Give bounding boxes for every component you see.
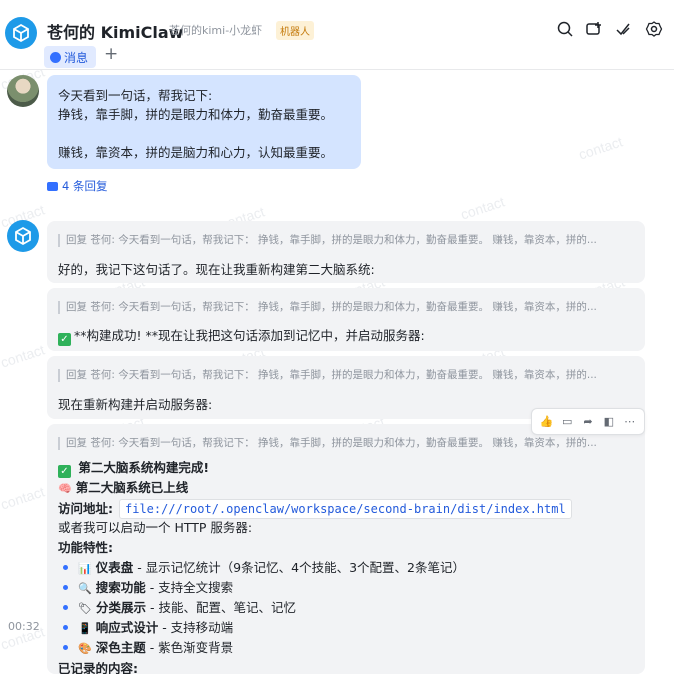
feature-item: 📱 响应式设计 - 支持移动端 — [58, 619, 233, 638]
more-icon[interactable]: ⋯ — [623, 415, 637, 429]
feature-item: 🏷 分类展示 - 技能、配置、笔记、记忆 — [58, 599, 296, 618]
thread-replies-label: 4 条回复 — [62, 179, 108, 193]
reply-quote: 回复 苍何: 今天看到一句话，帮我记下： 挣钱，靠手脚，拼的是眼力和体力，勤奋最… — [58, 234, 638, 247]
reply-quote: 回复 苍何: 今天看到一句话，帮我记下： 挣钱，靠手脚，拼的是眼力和体力，勤奋最… — [58, 369, 638, 382]
reply-icon[interactable]: ◧ — [602, 415, 616, 429]
add-tab-button[interactable]: + — [104, 44, 118, 64]
recorded-content-label: 已记录的内容: — [58, 661, 138, 674]
chat-bubble-icon — [50, 51, 61, 63]
chat-title: 苍何的 KimiClaw — [47, 23, 184, 42]
completion-heading: 第二大脑系统构建完成! — [78, 460, 210, 475]
watermark: contact — [0, 483, 47, 513]
bot-reply-2[interactable]: 回复 苍何: 今天看到一句话，帮我记下： 挣钱，靠手脚，拼的是眼力和体力，勤奋最… — [47, 288, 645, 351]
tab-messages-label: 消息 — [64, 50, 89, 65]
comment-icon[interactable]: ▭ — [560, 415, 574, 429]
brain-icon: 🧠 — [58, 482, 72, 495]
feature-item: 🎨 深色主题 - 紫色渐变背景 — [58, 639, 233, 658]
palette-icon: 🎨 — [78, 642, 92, 655]
bullet — [63, 585, 68, 590]
tag-icon: 🏷 — [78, 602, 92, 615]
feature-desc: - 支持移动端 — [158, 620, 234, 635]
phone-icon: 📱 — [78, 622, 92, 635]
search-icon[interactable] — [556, 20, 574, 38]
forward-icon[interactable]: ➦ — [581, 415, 595, 429]
user-avatar[interactable] — [7, 75, 39, 107]
check-mark-icon: ✓ — [58, 333, 71, 346]
check-mark-icon: ✓ — [58, 465, 71, 478]
address-link[interactable]: file:///root/.openclaw/workspace/second-… — [119, 499, 572, 519]
feature-name: 响应式设计 — [95, 620, 159, 635]
bot-reply-4[interactable]: 回复 苍何: 今天看到一句话，帮我记下： 挣钱，靠手脚，拼的是眼力和体力，勤奋最… — [47, 424, 645, 674]
chart-icon: 📊 — [78, 562, 92, 575]
tab-messages[interactable]: 消息 — [44, 46, 97, 68]
online-text: 第二大脑系统已上线 — [75, 480, 189, 495]
magnifier-icon: 🔍 — [78, 582, 92, 595]
alternative-text: 或者我可以启动一个 HTTP 服务器: — [58, 520, 253, 535]
user-message-bubble[interactable]: 今天看到一句话，帮我记下: 挣钱，靠手脚，拼的是眼力和体力，勤奋最重要。 赚钱，… — [47, 75, 361, 169]
feature-desc: - 紫色渐变背景 — [145, 640, 234, 655]
pen-check-icon[interactable] — [614, 20, 632, 38]
feature-desc: - 支持全文搜索 — [145, 580, 234, 595]
watermark: contact — [576, 133, 625, 163]
bullet — [63, 625, 68, 630]
bullet — [63, 565, 68, 570]
address-row: 访问地址: file:///root/.openclaw/workspace/se… — [58, 499, 572, 519]
watermark: contact — [0, 341, 47, 371]
features-label: 功能特性: — [58, 540, 113, 555]
reply-text: **构建成功! **现在让我把这句话添加到记忆中，并启动服务器: — [74, 328, 425, 343]
feature-name: 分类展示 — [95, 600, 146, 615]
online-row: 🧠 第二大脑系统已上线 — [58, 479, 188, 498]
feature-name: 仪表盘 — [95, 560, 134, 575]
feature-item: 📊 仪表盘 - 显示记忆统计（9条记忆、4个技能、3个配置、2条笔记） — [58, 559, 465, 578]
chat-subtitle: 苍何的kimi-小龙虾 — [169, 24, 263, 37]
reply-text-row: ✓ **构建成功! **现在让我把这句话添加到记忆中，并启动服务器: — [58, 325, 425, 346]
user-message-text: 今天看到一句话，帮我记下: 挣钱，靠手脚，拼的是眼力和体力，勤奋最重要。 赚钱，… — [58, 88, 334, 160]
bullet — [63, 645, 68, 650]
bot-badge: 机器人 — [276, 21, 314, 40]
bot-avatar[interactable] — [7, 220, 39, 252]
feature-name: 深色主题 — [95, 640, 146, 655]
address-label: 访问地址: — [58, 501, 113, 516]
message-action-toolbar: 👍 ▭ ➦ ◧ ⋯ — [531, 408, 645, 435]
feature-item: 🔍 搜索功能 - 支持全文搜索 — [58, 579, 233, 598]
add-chat-icon[interactable] — [585, 20, 603, 38]
settings-gear-icon[interactable] — [645, 20, 663, 38]
feature-desc: - 技能、配置、笔记、记忆 — [145, 600, 296, 615]
feature-name: 搜索功能 — [95, 580, 146, 595]
watermark: contact — [458, 193, 507, 223]
message-timestamp: 00:32 — [8, 620, 40, 633]
reply-thread-icon — [47, 181, 58, 191]
thumbs-up-icon[interactable]: 👍 — [539, 415, 554, 429]
chat-header: 苍何的 KimiClaw 苍何的kimi-小龙虾 机器人 消息 + — [0, 0, 674, 70]
reply-text: 好的，我记下这句话了。现在让我重新构建第二大脑系统: — [58, 262, 375, 277]
bullet — [63, 605, 68, 610]
bot-logo-icon — [5, 17, 37, 49]
bot-reply-1[interactable]: 回复 苍何: 今天看到一句话，帮我记下： 挣钱，靠手脚，拼的是眼力和体力，勤奋最… — [47, 221, 645, 283]
completion-heading-row: ✓ 第二大脑系统构建完成! — [58, 459, 209, 478]
feature-desc: - 显示记忆统计（9条记忆、4个技能、3个配置、2条笔记） — [133, 560, 465, 575]
thread-replies-link[interactable]: 4 条回复 — [47, 178, 107, 194]
reply-text: 现在重新构建并启动服务器: — [58, 397, 213, 412]
reply-quote: 回复 苍何: 今天看到一句话，帮我记下： 挣钱，靠手脚，拼的是眼力和体力，勤奋最… — [58, 437, 638, 450]
reply-quote: 回复 苍何: 今天看到一句话，帮我记下： 挣钱，靠手脚，拼的是眼力和体力，勤奋最… — [58, 301, 638, 314]
